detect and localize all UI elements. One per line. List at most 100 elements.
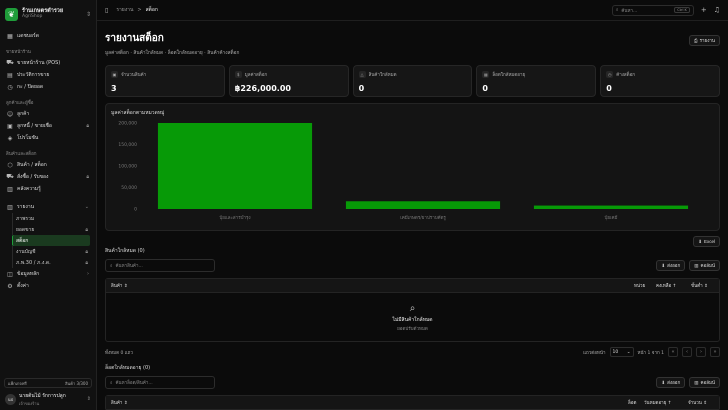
low-stock-table: สินค้า ⇕ หน่วย คงเหลือ ↑ ขั้นต่ำ ⇕ ⌕ ไม่… (105, 278, 720, 342)
rows-per-page-select[interactable]: 10 ⌄ (609, 347, 634, 357)
chevron-updown-icon: ⇕ (85, 10, 91, 18)
expiring-table: สินค้า ⇕ ล็อต วันหมดอายุ ↑ จำนวน ⇕ (105, 395, 720, 410)
breadcrumb-root[interactable]: รายงาน (116, 6, 133, 14)
next-page-button[interactable]: › (696, 347, 706, 357)
bar-chart: 0 50,000 100,000 150,000 200,000 ปุ๋ยและสารบำ… (118, 121, 689, 221)
section-title: ล็อตใกล้หมดอายุ (0) (105, 365, 151, 371)
avatar: นป (5, 393, 16, 405)
bell-icon[interactable]: ♫ (714, 6, 720, 14)
chart-bar[interactable] (533, 205, 689, 209)
expiring-section: ล็อตใกล้หมดอายุ (0) ⌕ ค้นหาล็อต/สินค้า..… (105, 364, 720, 410)
sidebar-toggle-icon[interactable]: ▯ (105, 7, 108, 14)
box-icon: ▣ (111, 71, 118, 78)
breadcrumb-current: สต็อก (145, 7, 158, 13)
sidebar-item-pricing[interactable]: ▥ คลังความรู้ (0, 183, 96, 195)
col-header-qty[interactable]: จำนวน ⇕ (688, 399, 707, 406)
chevron-right-icon: › (87, 271, 89, 277)
low-stock-search-input[interactable]: ⌕ ค้นหาสินค้า... (105, 259, 215, 272)
topbar: ▯ รายงาน > สต็อก ⌕ ค้นหา... Ctrl K + ♫ (97, 0, 728, 21)
columns-button[interactable]: ▥ คอลัมน์ (689, 260, 720, 271)
chart-bar[interactable] (157, 123, 313, 209)
download-icon: ⬇ (661, 262, 666, 268)
col-header-product[interactable]: สินค้า ⇕ (111, 282, 128, 289)
stat-value: 3 (111, 84, 117, 93)
sidebar-item-promotions[interactable]: ◈ โปรโมชัน (0, 132, 96, 144)
search-icon: ⌕ (615, 8, 619, 13)
col-header-product[interactable]: สินค้า ⇕ (111, 399, 128, 406)
col-header-remaining[interactable]: คงเหลือ ↑ (656, 282, 676, 289)
y-tick-label: 150,000 (118, 142, 137, 148)
sidebar-item-masterdata[interactable]: ◫ ข้อมูลหลัก › (0, 268, 96, 280)
user-menu[interactable]: นป นายต้นไม้ รักการปลูก เจ้าของร้าน ⇕ (0, 388, 96, 410)
stat-card: △ สินค้าใกล้หมด 0 (352, 65, 473, 97)
stat-card: $ มูลค่าสต็อก ฿226,000.00 (228, 65, 349, 97)
prev-page-button[interactable]: ‹ (682, 347, 692, 357)
cart-icon: ⛟ (6, 59, 14, 66)
rows-per-page-label: แถวต่อหน้า (583, 350, 606, 356)
sidebar-subitem-tax[interactable]: ภ.พ.30 / ภ.ง.ด. 🔒︎ (12, 257, 90, 268)
lock-icon: 🔒︎ (85, 259, 88, 266)
clock-icon: ◷ (7, 83, 13, 91)
stat-value: 0 (606, 84, 612, 93)
gear-icon: ⚙ (7, 282, 13, 290)
last-page-button[interactable]: » (710, 347, 720, 357)
search-icon: ⌕ (409, 302, 416, 314)
first-page-button[interactable]: « (668, 347, 678, 357)
leaf-icon: ❦ (5, 7, 18, 21)
col-header-unit: หน่วย (634, 284, 646, 289)
group-title-customers: ลูกค้าและผู้ซื้อ (6, 101, 34, 106)
sidebar-item-shift[interactable]: ◷ กะ / ปิดยอด (0, 81, 96, 93)
chevron-updown-icon: ⇕ (86, 396, 91, 402)
group-title-stock: สินค้าและสต็อก (6, 152, 37, 157)
col-header-minimum[interactable]: ขั้นต่ำ ⇕ (691, 282, 708, 289)
lock-icon: 🔒︎ (86, 174, 89, 180)
chevron-down-icon: ⌄ (84, 204, 89, 210)
lock-icon: 🔒︎ (86, 123, 89, 129)
y-tick-label: 100,000 (118, 164, 137, 170)
sidebar-item-pos[interactable]: ⛟ ขายหน้าร้าน (POS) (0, 57, 96, 69)
stat-value: 0 (358, 84, 365, 93)
user-name: นายต้นไม้ รักการปลูก (19, 392, 66, 399)
search-icon: ⌕ (110, 263, 113, 269)
money-icon: $ (234, 71, 242, 78)
expiring-search-input[interactable]: ⌕ ค้นหาล็อต/สินค้า... (105, 376, 215, 389)
sidebar-item-purchase[interactable]: ⛟ สั่งซื้อ / รับของ 🔒︎ (0, 171, 96, 183)
export-button[interactable]: ⬇ ส่งออก (656, 260, 686, 271)
plus-icon[interactable]: + (701, 6, 707, 14)
receipt-icon: ▤ (7, 71, 13, 79)
sidebar-item-history[interactable]: ▤ ประวัติการขาย (0, 69, 96, 81)
sidebar-item-settings[interactable]: ⚙ ตั้งค่า (0, 280, 96, 292)
columns-icon: ▥ (694, 379, 699, 385)
sidebar-item-customers[interactable]: ☺ ลูกค้า (0, 108, 96, 120)
sidebar-subitem-stock[interactable]: สต็อก (12, 235, 90, 246)
print-report-button[interactable]: ⎙ รายงาน (689, 35, 720, 46)
sidebar-subitem-finance[interactable]: งานบัญชี 🔒︎ (12, 246, 90, 257)
sidebar-subitem-sales[interactable]: ยอดขาย 🔒︎ (12, 224, 90, 235)
page-indicator: หน้า 1 จาก 1 (637, 350, 664, 356)
sidebar-item-dashboard[interactable]: ▦ แดชบอร์ด (0, 30, 96, 42)
users-icon: ☺ (6, 110, 14, 118)
sidebar: ❦ ร้านเกษตรตำรวย AgriShop ⇕ ▦ แดชบอร์ด ขา… (0, 0, 97, 410)
lock-icon: 🔒︎ (85, 226, 88, 233)
chart-icon: ▥ (7, 203, 13, 211)
breadcrumb-separator: > (137, 7, 142, 13)
col-header-expiry[interactable]: วันหมดอายุ ↑ (644, 399, 672, 406)
pagination: ทั้งหมด 0 แถว แถวต่อหน้า 10 ⌄ หน้า 1 จาก … (105, 344, 720, 360)
global-search[interactable]: ⌕ ค้นหา... Ctrl K (611, 4, 694, 16)
sidebar-subitem-overview[interactable]: ภาพรวม (12, 213, 90, 224)
sidebar-item-reports[interactable]: ▥ รายงาน ⌄ (0, 201, 96, 213)
section-title: สินค้าใกล้หมด (0) (105, 248, 145, 254)
sidebar-item-debtors[interactable]: ▣ ลูกหนี้ / ขายเชื่อ 🔒︎ (0, 120, 96, 132)
columns-button[interactable]: ▥ คอลัมน์ (689, 377, 720, 388)
sidebar-item-products[interactable]: ⬡ สินค้า / สต็อก (0, 159, 96, 171)
plan-badge[interactable]: แพ็กเกจฟรี สินค้า 3/300 (4, 378, 92, 388)
brand-sub: AgriShop (22, 14, 43, 19)
stat-card: ▦ ล็อตใกล้หมดอายุ 0 (476, 65, 597, 97)
app-root: ❦ ร้านเกษตรตำรวย AgriShop ⇕ ▦ แดชบอร์ด ขา… (0, 0, 728, 410)
calendar-icon: ▦ (482, 71, 490, 78)
excel-export-button[interactable]: ⬇ Excel (693, 236, 720, 247)
brand-switcher[interactable]: ❦ ร้านเกษตรตำรวย AgriShop ⇕ (0, 0, 96, 28)
chart-bar[interactable] (345, 201, 501, 209)
stock-value-chart-card: มูลค่าสต็อกตามหมวดหมู่ 0 50,000 100,000 150… (105, 103, 720, 231)
export-button[interactable]: ⬇ ส่งออก (656, 377, 686, 388)
